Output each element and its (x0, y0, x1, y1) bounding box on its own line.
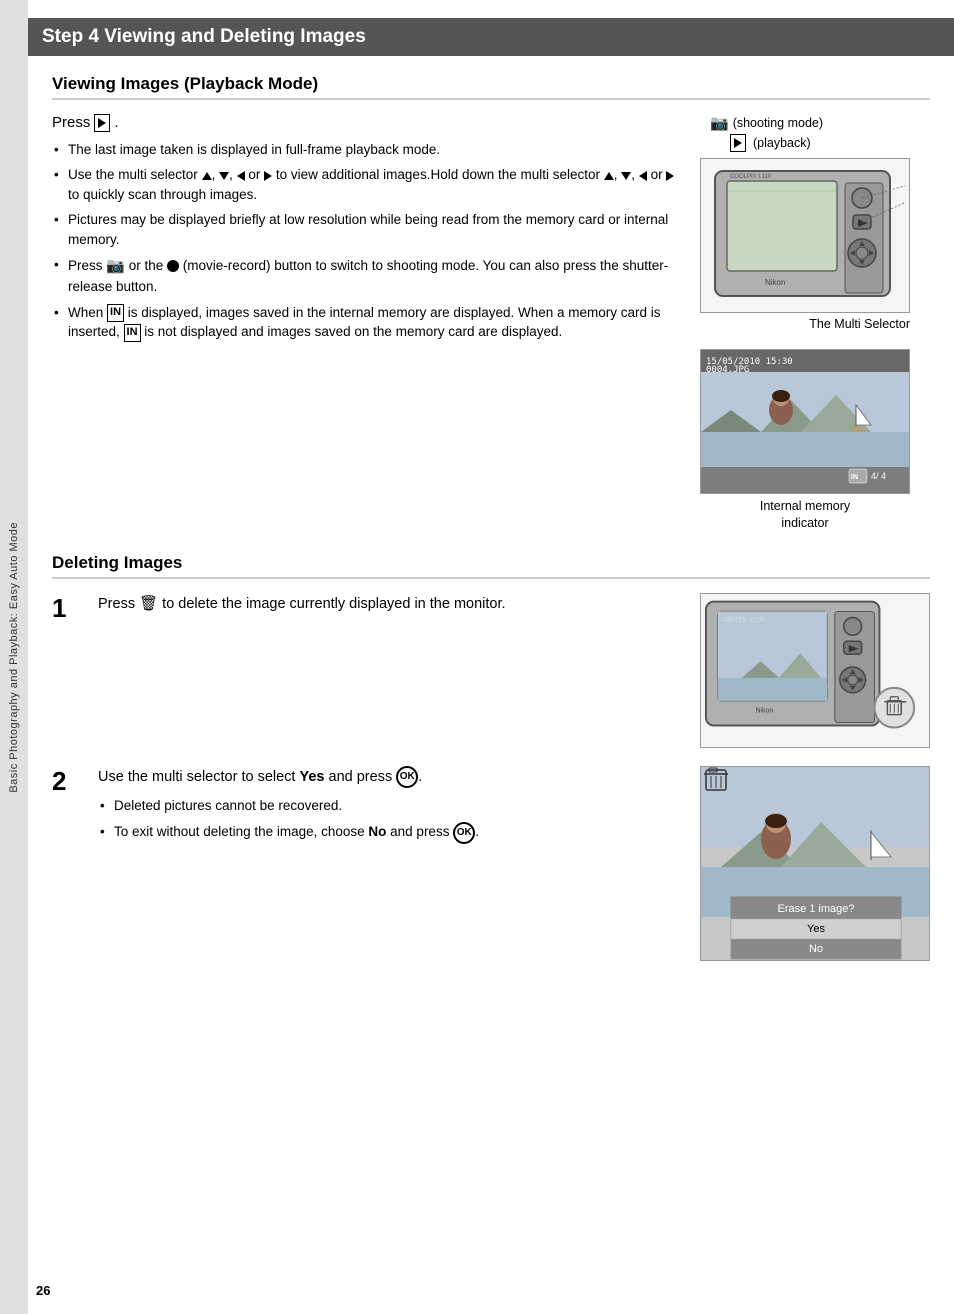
sidebar-label: Basic Photography and Playback: Easy Aut… (8, 522, 20, 793)
step1-image: COOLPIX L110 (700, 593, 930, 748)
step-header: Step 4 Viewing and Deleting Images (28, 18, 954, 56)
svg-text:IN: IN (851, 474, 858, 481)
section-viewing: Viewing Images (Playback Mode) Press . T… (52, 74, 930, 533)
camera-back-svg: Nikon COOLPIX L110 (705, 163, 905, 308)
step1-num: 1 (52, 595, 82, 621)
press-label: Press (52, 114, 90, 131)
svg-text:Nikon: Nikon (756, 707, 774, 714)
erase-dialog-svg: Erase 1 image? Yes No (701, 767, 930, 961)
memory-svg: 15/05/2010 15:30 0004.JPG (701, 350, 910, 494)
multi-selector-label: The Multi Selector (700, 317, 910, 331)
trash-icon: 🗑 (139, 593, 158, 616)
bullet5: When IN is displayed, images saved in th… (52, 303, 680, 342)
camera-symbol: 📷 (710, 114, 729, 132)
step2-text-pre: Use the multi selector to select (98, 768, 299, 784)
section1-header: Viewing Images (Playback Mode) (52, 74, 930, 100)
section-deleting: Deleting Images 1 Press 🗑 to delete the … (52, 553, 930, 961)
camera-diagram: 📷 (shooting mode) (playback) (700, 114, 930, 331)
bullet2: Use the multi selector , , or to view ad… (52, 165, 680, 204)
page-number: 26 (36, 1283, 50, 1298)
svg-text:No: No (809, 943, 823, 955)
step1-text-post: to delete the image currently displayed … (162, 596, 505, 612)
step2-row: 2 Use the multi selector to select Yes a… (52, 766, 930, 961)
bullet3: Pictures may be displayed briefly at low… (52, 210, 680, 249)
camera-back-image: Nikon COOLPIX L110 (700, 158, 910, 313)
delete-camera-image: COOLPIX L110 (700, 593, 930, 748)
arrow-left-icon (237, 171, 245, 181)
delete-camera-svg: COOLPIX L110 (701, 593, 929, 748)
step2-main-text: Use the multi selector to select Yes and… (98, 766, 684, 789)
arrow-down-icon2 (621, 172, 631, 180)
ok-button-icon: OK (396, 766, 418, 788)
step2-num: 2 (52, 768, 82, 794)
step2-image: Erase 1 image? Yes No (700, 766, 930, 961)
memory-image: 15/05/2010 15:30 0004.JPG (700, 349, 910, 494)
step2-content: Use the multi selector to select Yes and… (98, 766, 684, 850)
step2-yes-bold: Yes (299, 768, 324, 784)
erase-dialog-image: Erase 1 image? Yes No (700, 766, 930, 961)
press-period: . (114, 114, 118, 131)
arrow-left-icon2 (639, 171, 647, 181)
playback-label-line: (playback) (730, 134, 823, 152)
shooting-mode-text: (shooting mode) (733, 116, 823, 130)
arrow-right-icon (264, 171, 272, 181)
step2-bullet2: To exit without deleting the image, choo… (98, 822, 684, 844)
step1-row: 1 Press 🗑 to delete the image currently … (52, 593, 930, 748)
press-playback-line: Press . (52, 114, 680, 132)
internal-memory-icon2: IN (124, 324, 141, 342)
shooting-mode-label-area: 📷 (shooting mode) (playback) (710, 114, 823, 154)
step1-text-pre: Press (98, 596, 139, 612)
ok-button-icon2: OK (453, 822, 475, 844)
step2-bullets: Deleted pictures cannot be recovered. To… (98, 796, 684, 844)
shooting-mode-line: 📷 (shooting mode) (710, 114, 823, 132)
viewing-left-col: Press . The last image taken is displaye… (52, 114, 680, 533)
arrow-down-icon (219, 172, 229, 180)
bullet1: The last image taken is displayed in ful… (52, 140, 680, 160)
arrow-up-icon2 (604, 172, 614, 180)
movie-icon (167, 260, 179, 272)
internal-memory-icon: IN (107, 304, 124, 322)
playback-text: (playback) (753, 136, 811, 150)
svg-text:Nikon: Nikon (765, 278, 785, 287)
svg-text:Yes: Yes (807, 923, 825, 935)
arrow-up-icon (202, 172, 212, 180)
sidebar: Basic Photography and Playback: Easy Aut… (0, 0, 28, 1314)
step1-content: Press 🗑 to delete the image currently di… (98, 593, 684, 616)
camera-icon: 📷 (106, 257, 125, 274)
viewing-right-col: 📷 (shooting mode) (playback) (700, 114, 930, 533)
section2-header: Deleting Images (52, 553, 930, 579)
arrow-right-icon2 (666, 171, 674, 181)
viewing-bullets: The last image taken is displayed in ful… (52, 140, 680, 342)
internal-memory-label: Internal memory indicator (700, 498, 910, 533)
bullet4: Press 📷 or the (movie-record) button to … (52, 255, 680, 296)
playback-icon-box (94, 114, 110, 132)
svg-text:Erase 1 image?: Erase 1 image? (777, 903, 854, 915)
svg-text:COOLPIX L110: COOLPIX L110 (730, 174, 772, 180)
svg-text:COOLPIX L110: COOLPIX L110 (721, 616, 764, 623)
step2-bullet1: Deleted pictures cannot be recovered. (98, 796, 684, 816)
main-content: Step 4 Viewing and Deleting Images Viewi… (28, 0, 954, 1003)
playback-triangle-icon (98, 118, 106, 128)
playback-tri-small (734, 138, 742, 148)
playback-box-icon (730, 134, 746, 152)
step2-text-mid: and press (324, 768, 396, 784)
viewing-two-col: Press . The last image taken is displaye… (52, 114, 930, 533)
memory-preview-box: 15/05/2010 15:30 0004.JPG (700, 349, 910, 533)
svg-text:4/ 4: 4/ 4 (871, 471, 886, 481)
